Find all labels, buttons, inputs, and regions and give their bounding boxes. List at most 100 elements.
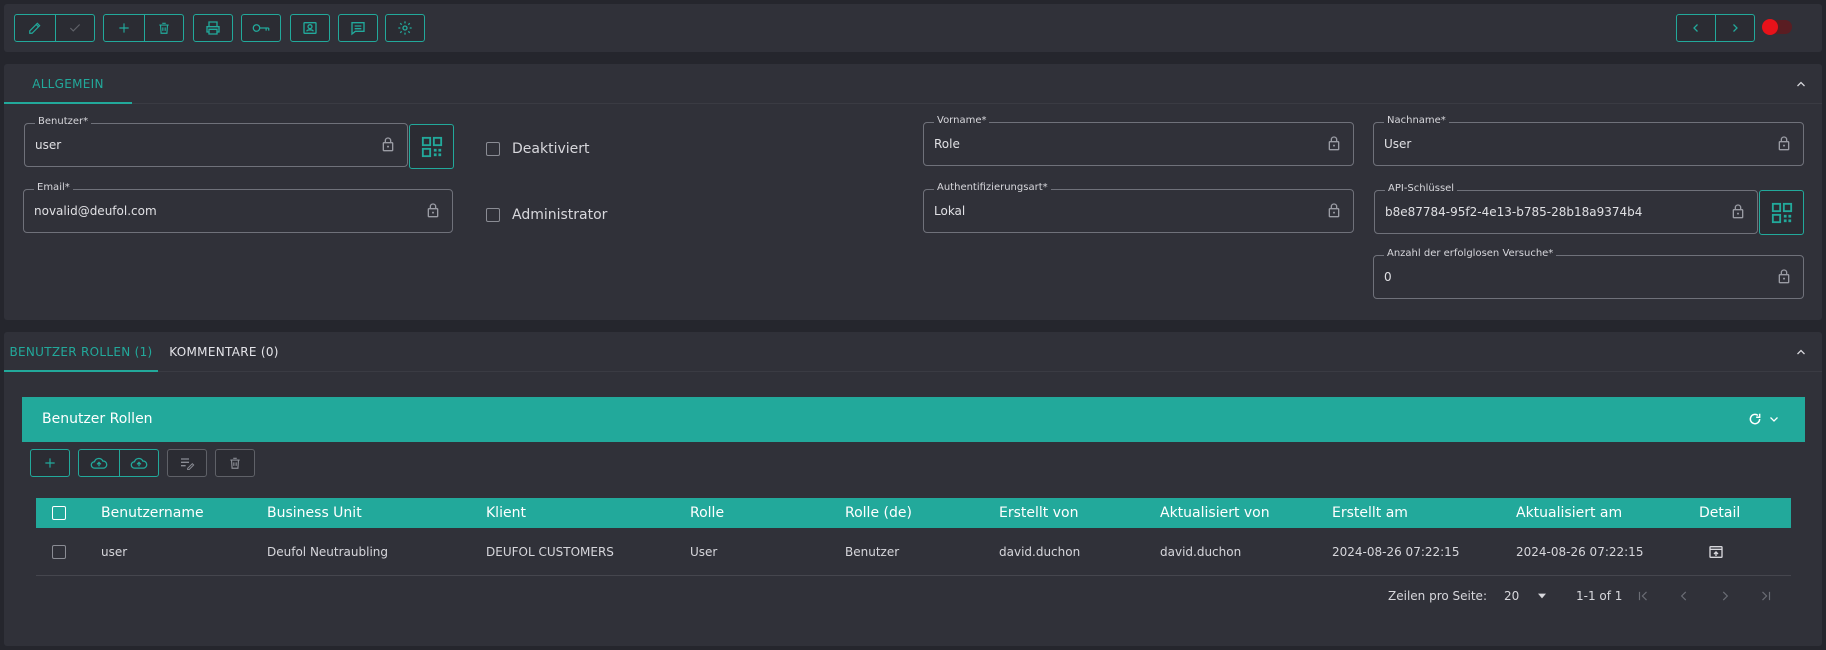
open-detail-icon[interactable]: [1708, 544, 1724, 560]
column-header[interactable]: Rolle: [690, 498, 724, 528]
pagination: Zeilen pro Seite: 20 1-1 of 1: [1380, 584, 1791, 608]
email-label: Email*: [34, 182, 73, 193]
lock-icon: [1778, 136, 1790, 151]
api-key-value: b8e87784-95f2-4e13-b785-28b18a9374b4: [1385, 205, 1643, 219]
gear-icon: [398, 21, 412, 35]
plus-icon: [119, 23, 129, 33]
page-range: 1-1 of 1: [1576, 589, 1623, 603]
lock-icon: [427, 203, 439, 218]
cell-klient: DEUFOL CUSTOMERS: [486, 545, 614, 559]
column-header[interactable]: Erstellt von: [999, 498, 1078, 528]
column-header[interactable]: Aktualisiert von: [1160, 498, 1270, 528]
failed-attempts-field[interactable]: Anzahl der erfolglosen Versuche* 0: [1373, 248, 1804, 299]
add-role-button[interactable]: [30, 449, 70, 477]
nachname-field[interactable]: Nachname* User: [1373, 115, 1804, 166]
qr-code-icon: [421, 136, 442, 157]
delete-role-button[interactable]: [215, 449, 255, 477]
administrator-checkbox[interactable]: [486, 208, 500, 222]
column-header[interactable]: Rolle (de): [845, 498, 912, 528]
add-button[interactable]: [104, 15, 144, 41]
nachname-value: User: [1384, 137, 1412, 151]
tab-benutzer-rollen[interactable]: BENUTZER ROLLEN (1): [4, 332, 158, 372]
rows-per-page-select[interactable]: 20: [1504, 584, 1552, 608]
column-header[interactable]: Klient: [486, 498, 526, 528]
trash-icon: [230, 457, 240, 469]
collapse-chevron-icon[interactable]: [1794, 346, 1808, 358]
benutzer-qr-button[interactable]: [409, 124, 454, 169]
email-field[interactable]: Email* novalid@deufol.com: [23, 182, 453, 233]
column-header: Detail: [1699, 505, 1741, 521]
cell-rolle-de: Benutzer: [845, 545, 900, 559]
tab-allgemein[interactable]: ALLGEMEIN: [4, 64, 132, 104]
table-row[interactable]: user Deufol Neutraubling DEUFOL CUSTOMER…: [36, 528, 1791, 576]
auth-type-field[interactable]: Authentifizierungsart* Lokal: [923, 182, 1354, 233]
deaktiviert-checkbox[interactable]: [486, 142, 500, 156]
column-header[interactable]: Aktualisiert am: [1516, 498, 1622, 528]
cell-business-unit: Deufol Neutraubling: [267, 545, 389, 559]
check-icon: [69, 24, 80, 32]
column-header[interactable]: Erstellt am: [1332, 498, 1408, 528]
print-button[interactable]: [193, 14, 233, 42]
bulk-edit-button[interactable]: [167, 449, 207, 477]
cell-erstellt-am: 2024-08-26 07:22:15: [1332, 545, 1460, 559]
lock-icon: [382, 137, 394, 152]
password-button[interactable]: [241, 14, 281, 42]
contact-card-icon: [303, 22, 317, 34]
grid-title: Benutzer Rollen: [42, 411, 153, 427]
first-page-icon[interactable]: [1636, 589, 1650, 603]
api-key-qr-button[interactable]: [1759, 190, 1804, 235]
pencil-icon: [28, 22, 41, 34]
chevron-down-icon[interactable]: [1768, 413, 1780, 425]
column-header[interactable]: Benutzername: [101, 498, 204, 528]
failed-attempts-label: Anzahl der erfolglosen Versuche*: [1384, 248, 1557, 259]
edit-button[interactable]: [15, 15, 55, 41]
rows-per-page-label: Zeilen pro Seite:: [1388, 589, 1487, 603]
row-checkbox[interactable]: [52, 545, 66, 559]
status-toggle[interactable]: [1762, 19, 1792, 35]
edit-group: [14, 14, 95, 42]
api-key-field[interactable]: API-Schlüssel b8e87784-95f2-4e13-b785-28…: [1374, 183, 1758, 234]
auth-type-value: Lokal: [934, 204, 966, 218]
toggle-knob: [1762, 19, 1778, 35]
failed-attempts-value: 0: [1384, 270, 1392, 284]
administrator-checkbox-row[interactable]: Administrator: [486, 207, 607, 223]
save-button[interactable]: [54, 15, 95, 41]
tab-benutzer-rollen-label: BENUTZER ROLLEN (1): [9, 345, 153, 359]
chevron-left-icon: [1693, 24, 1699, 32]
tab-kommentare-label: KOMMENTARE (0): [169, 345, 279, 359]
previous-record-button[interactable]: [1677, 15, 1715, 41]
dropdown-arrow-icon: [1538, 593, 1546, 599]
delete-button[interactable]: [143, 15, 184, 41]
comment-button[interactable]: [338, 14, 378, 42]
deaktiviert-checkbox-row[interactable]: Deaktiviert: [486, 141, 590, 157]
chevron-right-icon: [1733, 24, 1739, 32]
collapse-chevron-icon[interactable]: [1794, 78, 1808, 90]
lock-icon: [1328, 203, 1340, 218]
lock-icon: [1732, 204, 1744, 219]
cell-aktualisiert-von: david.duchon: [1160, 545, 1242, 559]
cell-aktualisiert-am: 2024-08-26 07:22:15: [1516, 545, 1644, 559]
next-record-button[interactable]: [1715, 15, 1754, 41]
last-page-icon[interactable]: [1759, 589, 1773, 603]
cell-rolle: User: [690, 545, 718, 559]
settings-button[interactable]: [385, 14, 425, 42]
benutzer-field[interactable]: Benutzer* user: [24, 116, 408, 167]
nachname-label: Nachname*: [1384, 115, 1449, 126]
next-page-icon[interactable]: [1718, 589, 1732, 603]
vorname-label: Vorname*: [934, 115, 990, 126]
previous-page-icon[interactable]: [1677, 589, 1691, 603]
upload-alt-button[interactable]: [118, 450, 159, 476]
benutzer-label: Benutzer*: [35, 116, 92, 127]
select-all-checkbox[interactable]: [52, 506, 66, 520]
rows-per-page-value: 20: [1504, 589, 1520, 603]
refresh-icon[interactable]: [1748, 412, 1762, 426]
cloud-upload-icon: [130, 457, 148, 469]
tab-kommentare[interactable]: KOMMENTARE (0): [160, 332, 288, 372]
cell-benutzername: user: [101, 545, 128, 559]
upload-button[interactable]: [79, 450, 119, 476]
contact-button[interactable]: [290, 14, 330, 42]
vorname-field[interactable]: Vorname* Role: [923, 115, 1354, 166]
deaktiviert-label: Deaktiviert: [512, 141, 590, 157]
column-header[interactable]: Business Unit: [267, 498, 362, 528]
add-delete-group: [103, 14, 184, 42]
